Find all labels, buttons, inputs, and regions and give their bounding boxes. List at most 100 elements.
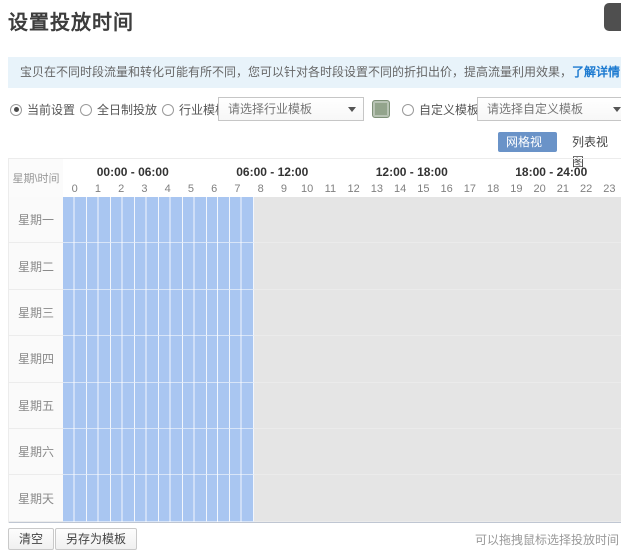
time-cell[interactable] [300, 383, 323, 429]
time-cell[interactable] [277, 197, 300, 243]
time-cell[interactable] [277, 243, 300, 289]
time-cell[interactable] [438, 290, 461, 336]
time-cell-selected[interactable] [207, 243, 231, 289]
time-cell-selected[interactable] [159, 336, 183, 382]
time-cell[interactable] [323, 383, 346, 429]
time-cell[interactable] [461, 475, 484, 521]
time-cell[interactable] [552, 475, 575, 521]
time-cell[interactable] [461, 429, 484, 475]
time-cell[interactable] [392, 290, 415, 336]
time-cell[interactable] [300, 290, 323, 336]
time-cell[interactable] [323, 243, 346, 289]
time-cell-selected[interactable] [230, 383, 254, 429]
time-cell[interactable] [484, 243, 507, 289]
time-cell[interactable] [575, 429, 598, 475]
time-cell[interactable] [461, 383, 484, 429]
time-cell[interactable] [484, 290, 507, 336]
industry-template-select[interactable]: 请选择行业模板 [218, 97, 364, 121]
time-cell[interactable] [598, 197, 621, 243]
radio-circle[interactable] [80, 104, 92, 116]
time-cell[interactable] [484, 429, 507, 475]
time-cell[interactable] [300, 243, 323, 289]
time-cell-selected[interactable] [207, 290, 231, 336]
time-cell-selected[interactable] [207, 383, 231, 429]
time-cell[interactable] [346, 290, 369, 336]
time-cell-selected[interactable] [111, 429, 135, 475]
time-cell-selected[interactable] [87, 429, 111, 475]
time-cell[interactable] [484, 336, 507, 382]
time-cell[interactable] [598, 383, 621, 429]
time-cell-selected[interactable] [87, 336, 111, 382]
time-cell-selected[interactable] [183, 243, 207, 289]
time-cell-selected[interactable] [135, 243, 159, 289]
time-cell[interactable] [461, 290, 484, 336]
time-cell[interactable] [575, 243, 598, 289]
time-cell[interactable] [438, 475, 461, 521]
time-cell[interactable] [575, 475, 598, 521]
time-cell[interactable] [529, 383, 552, 429]
time-cell[interactable] [369, 290, 392, 336]
time-cell[interactable] [277, 429, 300, 475]
time-cell-selected[interactable] [207, 197, 231, 243]
time-cell[interactable] [369, 197, 392, 243]
time-cell-selected[interactable] [230, 197, 254, 243]
time-cell[interactable] [552, 197, 575, 243]
time-cell[interactable] [552, 336, 575, 382]
time-cell[interactable] [552, 383, 575, 429]
time-cell[interactable] [575, 336, 598, 382]
time-cell[interactable] [461, 243, 484, 289]
time-cell-selected[interactable] [87, 243, 111, 289]
time-cell[interactable] [277, 383, 300, 429]
time-cell-selected[interactable] [230, 336, 254, 382]
time-cell[interactable] [254, 475, 277, 521]
time-cell[interactable] [507, 336, 530, 382]
time-cell[interactable] [415, 429, 438, 475]
radio-circle-selected[interactable] [10, 104, 22, 116]
time-cell[interactable] [369, 336, 392, 382]
time-cell-selected[interactable] [63, 475, 87, 521]
time-cell[interactable] [415, 475, 438, 521]
time-cell[interactable] [300, 197, 323, 243]
time-cell[interactable] [300, 336, 323, 382]
time-cell-selected[interactable] [159, 290, 183, 336]
time-cell[interactable] [507, 429, 530, 475]
time-cell-selected[interactable] [183, 383, 207, 429]
time-cell-selected[interactable] [183, 336, 207, 382]
top-right-button[interactable] [604, 3, 621, 31]
radio-current-settings[interactable]: 当前设置 [10, 101, 75, 118]
time-cell-selected[interactable] [111, 383, 135, 429]
time-cell[interactable] [369, 383, 392, 429]
time-cell-selected[interactable] [207, 336, 231, 382]
radio-circle[interactable] [162, 104, 174, 116]
time-cell[interactable] [507, 243, 530, 289]
time-cell-selected[interactable] [63, 429, 87, 475]
time-cell-selected[interactable] [111, 475, 135, 521]
time-cell-selected[interactable] [159, 383, 183, 429]
time-cell[interactable] [415, 243, 438, 289]
time-cell[interactable] [461, 197, 484, 243]
time-cell[interactable] [254, 429, 277, 475]
time-cell[interactable] [392, 243, 415, 289]
time-cell[interactable] [346, 243, 369, 289]
time-cell-selected[interactable] [230, 290, 254, 336]
time-cell[interactable] [254, 336, 277, 382]
time-cell[interactable] [484, 383, 507, 429]
time-cell[interactable] [392, 336, 415, 382]
time-cell[interactable] [575, 290, 598, 336]
time-cell[interactable] [529, 243, 552, 289]
time-cell[interactable] [529, 429, 552, 475]
time-cell[interactable] [369, 243, 392, 289]
time-cell[interactable] [323, 197, 346, 243]
time-cell[interactable] [507, 290, 530, 336]
time-cell[interactable] [392, 429, 415, 475]
time-cell-selected[interactable] [159, 197, 183, 243]
time-cell[interactable] [346, 197, 369, 243]
time-cell[interactable] [438, 429, 461, 475]
time-cell[interactable] [484, 475, 507, 521]
time-cell[interactable] [461, 336, 484, 382]
time-cell-selected[interactable] [87, 383, 111, 429]
time-cell-selected[interactable] [207, 475, 231, 521]
time-cell-selected[interactable] [63, 290, 87, 336]
time-cell[interactable] [415, 290, 438, 336]
custom-template-select[interactable]: 请选择自定义模板 [477, 97, 621, 121]
